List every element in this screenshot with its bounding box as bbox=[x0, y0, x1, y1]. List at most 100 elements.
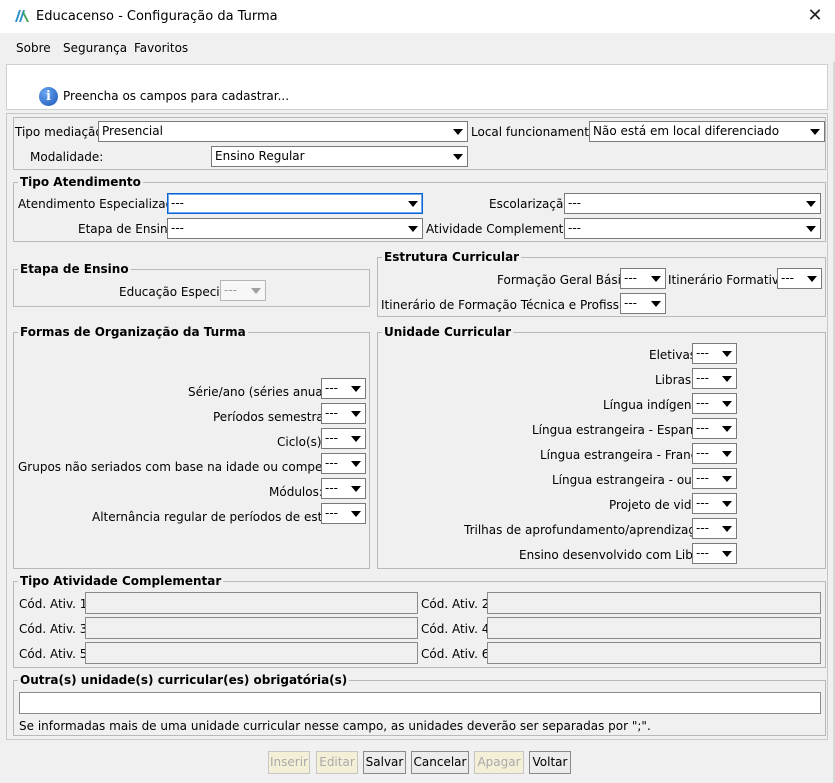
lingua-outra-value: --- bbox=[696, 471, 709, 485]
ciclos-value: --- bbox=[325, 431, 338, 445]
cod-ativ-2-input[interactable] bbox=[487, 592, 821, 614]
etapa-ensino-title: Etapa de Ensino bbox=[18, 262, 131, 276]
menu-seguranca[interactable]: Segurança bbox=[63, 41, 127, 55]
etapa-ensino-value: --- bbox=[171, 221, 184, 235]
itinerario-tecnica-label: Itinerário de Formação Técnica e Profiss… bbox=[381, 298, 653, 312]
unidade-row-label: Língua estrangeira - outra: bbox=[552, 473, 713, 487]
apagar-button[interactable]: Apagar bbox=[474, 751, 524, 774]
itinerario-formativo-select[interactable]: --- bbox=[777, 268, 822, 289]
cancelar-button[interactable]: Cancelar bbox=[411, 751, 469, 774]
menu-bar: Sobre Segurança Favoritos bbox=[0, 34, 835, 62]
educacao-especial-value: --- bbox=[224, 283, 237, 297]
lingua-espanhol-select[interactable]: --- bbox=[692, 418, 737, 439]
atendimento-especializado-value: --- bbox=[171, 196, 184, 210]
tipo-mediacao-select[interactable]: Presencial bbox=[98, 121, 468, 142]
lingua-indigena-value: --- bbox=[696, 396, 709, 410]
atividade-complementar-label: Atividade Complementar: bbox=[426, 222, 580, 236]
salvar-label: Salvar bbox=[365, 755, 404, 769]
close-icon[interactable]: ✕ bbox=[803, 3, 827, 29]
etapa-ensino-select[interactable]: --- bbox=[167, 218, 423, 239]
tipo-mediacao-value: Presencial bbox=[102, 124, 163, 138]
serie-ano-select[interactable]: --- bbox=[321, 378, 366, 399]
escolarizacao-select[interactable]: --- bbox=[564, 193, 821, 214]
cod-ativ-4-input[interactable] bbox=[487, 617, 821, 639]
outras-unidades-title: Outra(s) unidade(s) curricular(es) obrig… bbox=[18, 673, 350, 687]
formas-row-label: Grupos não seriados com base na idade ou… bbox=[18, 460, 364, 474]
chevron-down-icon bbox=[722, 501, 732, 507]
local-funcionamento-label: Local funcionamento: bbox=[471, 125, 601, 139]
formacao-geral-basica-label: Formação Geral Básica: bbox=[497, 273, 639, 287]
libras-select[interactable]: --- bbox=[692, 368, 737, 389]
cod-ativ-3-input[interactable] bbox=[85, 617, 418, 639]
alternancia-select[interactable]: --- bbox=[321, 503, 366, 524]
cod-ativ-label: Cód. Ativ. 5: bbox=[19, 647, 92, 661]
formas-row-label: Alternância regular de períodos de estud… bbox=[92, 510, 356, 524]
educacao-especial-select[interactable]: --- bbox=[220, 280, 266, 301]
unidade-row-label: Língua indígena: bbox=[603, 398, 703, 412]
eletivas-value: --- bbox=[696, 346, 709, 360]
lingua-outra-select[interactable]: --- bbox=[692, 468, 737, 489]
chevron-down-icon bbox=[351, 486, 361, 492]
cancelar-label: Cancelar bbox=[413, 755, 467, 769]
menu-sobre[interactable]: Sobre bbox=[16, 41, 51, 55]
cod-ativ-6-input[interactable] bbox=[487, 642, 821, 664]
chevron-down-icon bbox=[806, 201, 816, 207]
inserir-button[interactable]: Inserir bbox=[268, 751, 310, 774]
grupos-nao-seriados-value: --- bbox=[325, 456, 338, 470]
outras-unidades-input[interactable] bbox=[19, 692, 821, 714]
formas-row-label: Módulos: bbox=[269, 485, 323, 499]
voltar-label: Voltar bbox=[532, 755, 568, 769]
info-message: Preencha os campos para cadastrar... bbox=[63, 89, 290, 103]
menu-favoritos[interactable]: Favoritos bbox=[134, 41, 188, 55]
chevron-down-icon bbox=[351, 511, 361, 517]
main-form-panel: Tipo mediação: Presencial Local funciona… bbox=[6, 113, 828, 740]
ensino-libras-select[interactable]: --- bbox=[692, 543, 737, 564]
chevron-down-icon bbox=[722, 526, 732, 532]
alternancia-value: --- bbox=[325, 506, 338, 520]
modulos-value: --- bbox=[325, 481, 338, 495]
unidade-row-label: Libras: bbox=[655, 373, 696, 387]
chevron-down-icon bbox=[722, 426, 732, 432]
editar-button[interactable]: Editar bbox=[316, 751, 358, 774]
lingua-indigena-select[interactable]: --- bbox=[692, 393, 737, 414]
modalidade-select[interactable]: Ensino Regular bbox=[211, 146, 468, 167]
formas-row-label: Ciclo(s): bbox=[277, 435, 326, 449]
trilhas-value: --- bbox=[696, 521, 709, 535]
chevron-down-icon bbox=[408, 201, 418, 207]
cod-ativ-5-input[interactable] bbox=[85, 642, 418, 664]
local-funcionamento-select[interactable]: Não está em local diferenciado bbox=[589, 121, 825, 142]
tipo-atendimento-title: Tipo Atendimento bbox=[18, 175, 143, 189]
formacao-geral-basica-value: --- bbox=[624, 271, 637, 285]
chevron-down-icon bbox=[453, 129, 463, 135]
apagar-label: Apagar bbox=[477, 755, 521, 769]
chevron-down-icon bbox=[351, 411, 361, 417]
chevron-down-icon bbox=[722, 401, 732, 407]
chevron-down-icon bbox=[651, 276, 661, 282]
projeto-vida-value: --- bbox=[696, 496, 709, 510]
periodos-semestrais-select[interactable]: --- bbox=[321, 403, 366, 424]
atendimento-especializado-select[interactable]: --- bbox=[167, 193, 423, 214]
voltar-button[interactable]: Voltar bbox=[529, 751, 571, 774]
libras-value: --- bbox=[696, 371, 709, 385]
modulos-select[interactable]: --- bbox=[321, 478, 366, 499]
trilhas-select[interactable]: --- bbox=[692, 518, 737, 539]
lingua-frances-select[interactable]: --- bbox=[692, 443, 737, 464]
editar-label: Editar bbox=[319, 755, 355, 769]
formas-row-label: Períodos semestrais: bbox=[213, 410, 338, 424]
chevron-down-icon bbox=[806, 226, 816, 232]
ciclos-select[interactable]: --- bbox=[321, 428, 366, 449]
cod-ativ-label: Cód. Ativ. 4: bbox=[421, 622, 494, 636]
tipo-mediacao-label: Tipo mediação: bbox=[15, 125, 107, 139]
chevron-down-icon bbox=[651, 301, 661, 307]
itinerario-formativo-label: Itinerário Formativo: bbox=[668, 273, 791, 287]
formacao-geral-basica-select[interactable]: --- bbox=[620, 268, 666, 289]
cod-ativ-label: Cód. Ativ. 2: bbox=[421, 597, 494, 611]
eletivas-select[interactable]: --- bbox=[692, 343, 737, 364]
projeto-vida-select[interactable]: --- bbox=[692, 493, 737, 514]
cod-ativ-1-input[interactable] bbox=[85, 592, 418, 614]
salvar-button[interactable]: Salvar bbox=[363, 751, 406, 774]
grupos-nao-seriados-select[interactable]: --- bbox=[321, 453, 366, 474]
itinerario-tecnica-select[interactable]: --- bbox=[620, 293, 666, 314]
atividade-complementar-select[interactable]: --- bbox=[564, 218, 821, 239]
educacao-especial-label: Educação Especial: bbox=[119, 285, 235, 299]
